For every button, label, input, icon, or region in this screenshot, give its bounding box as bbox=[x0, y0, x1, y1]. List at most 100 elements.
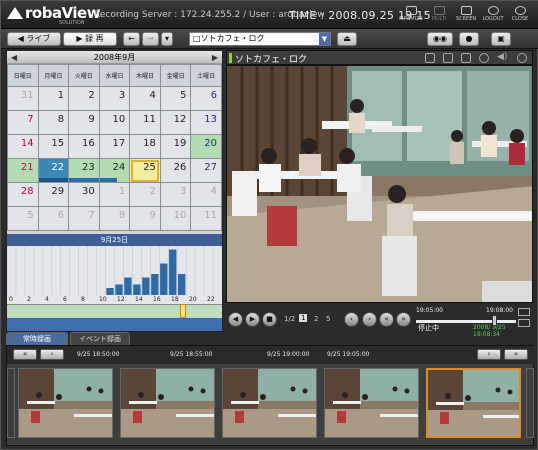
logout-button[interactable]: LOGOUT bbox=[481, 4, 505, 26]
calendar-day[interactable]: 13 bbox=[190, 110, 222, 135]
calendar-day[interactable]: 9 bbox=[129, 206, 161, 231]
fast-forward-button[interactable]: » bbox=[396, 312, 411, 327]
back-button[interactable]: ← bbox=[123, 32, 140, 46]
timeline-bar[interactable] bbox=[7, 304, 222, 318]
thumb-next-button[interactable]: › bbox=[477, 349, 501, 360]
tab-continuous[interactable]: 常時録画 bbox=[6, 332, 68, 345]
calendar-day[interactable]: 30 bbox=[68, 182, 100, 207]
calendar-day[interactable]: 14 bbox=[7, 134, 39, 159]
thumbnail-3[interactable] bbox=[222, 368, 317, 438]
thumbnail-4[interactable] bbox=[324, 368, 419, 438]
hist-bar-16[interactable] bbox=[151, 274, 159, 295]
next-frame-button[interactable]: › bbox=[362, 312, 377, 327]
thumbnail-5[interactable] bbox=[426, 368, 521, 438]
calendar-day[interactable]: 1 bbox=[37, 86, 70, 111]
calendar-day[interactable]: 3 bbox=[159, 182, 192, 207]
live-button[interactable]: ◀ ライブ bbox=[7, 32, 61, 46]
seek-knob[interactable] bbox=[492, 315, 497, 326]
calendar-day[interactable]: 4 bbox=[190, 182, 222, 207]
hist-bar-12[interactable] bbox=[115, 284, 123, 296]
hist-bar-17[interactable] bbox=[160, 263, 168, 296]
calendar-day[interactable]: 1 bbox=[98, 182, 131, 207]
prev-month-button[interactable]: ◀ bbox=[11, 51, 17, 64]
close-button[interactable]: CLOSE bbox=[508, 4, 532, 26]
calendar-day[interactable]: 20 bbox=[190, 134, 222, 159]
page-2[interactable]: 2 bbox=[314, 315, 318, 323]
thumb-last-button[interactable]: » bbox=[504, 349, 528, 360]
focus-icon[interactable] bbox=[479, 53, 489, 63]
fast-rewind-button[interactable]: « bbox=[379, 312, 394, 327]
hist-bar-18[interactable] bbox=[169, 249, 177, 296]
ptz-icon[interactable] bbox=[461, 53, 471, 63]
calendar-day[interactable]: 5 bbox=[159, 86, 192, 111]
eject-button[interactable]: ⏏ bbox=[337, 32, 357, 46]
split-icon[interactable] bbox=[443, 53, 453, 63]
page-1[interactable]: 1 bbox=[299, 314, 308, 322]
calendar-day[interactable]: 2 bbox=[129, 182, 161, 207]
hist-bar-14[interactable] bbox=[133, 284, 141, 296]
calendar-day[interactable]: 28 bbox=[7, 182, 39, 207]
calendar-day[interactable]: 5 bbox=[7, 206, 39, 231]
history-dropdown[interactable]: ▾ bbox=[161, 32, 173, 46]
tab-event[interactable]: イベント録画 bbox=[70, 332, 130, 345]
fullscreen-icon[interactable] bbox=[518, 308, 530, 316]
calendar-day[interactable]: 29 bbox=[37, 182, 70, 207]
minimize-button[interactable]: MINIMIZE bbox=[399, 4, 423, 26]
calendar-day[interactable]: 26 bbox=[159, 158, 192, 183]
forward-button[interactable]: → bbox=[142, 32, 159, 46]
thumb-prev-button[interactable]: ‹ bbox=[40, 349, 64, 360]
thumb-first-button[interactable]: « bbox=[13, 349, 37, 360]
calendar-day[interactable]: 31 bbox=[7, 86, 39, 111]
multi-button[interactable]: MULTI bbox=[427, 4, 451, 26]
calendar-day[interactable]: 17 bbox=[98, 134, 131, 159]
thumbnail-2[interactable] bbox=[120, 368, 215, 438]
calendar-day[interactable]: 18 bbox=[129, 134, 161, 159]
calendar-day[interactable]: 15 bbox=[37, 134, 70, 159]
calendar-day[interactable]: 8 bbox=[37, 110, 70, 135]
calendar-day[interactable]: 23 bbox=[68, 158, 100, 183]
snapshot-icon[interactable] bbox=[425, 53, 435, 63]
layout-button[interactable]: ▣ bbox=[491, 32, 511, 46]
calendar-day[interactable]: 10 bbox=[159, 206, 192, 231]
calendar-day[interactable]: 19 bbox=[159, 134, 192, 159]
rewind-button[interactable]: ◀ bbox=[228, 312, 243, 327]
calendar-day[interactable]: 21 bbox=[7, 158, 39, 183]
stop-button[interactable]: ■ bbox=[262, 312, 277, 327]
calendar-day[interactable]: 7 bbox=[7, 110, 39, 135]
calendar-day[interactable]: 7 bbox=[68, 206, 100, 231]
view-button[interactable]: ◉◉ bbox=[427, 32, 453, 46]
zoom-icon[interactable] bbox=[517, 53, 527, 63]
user-button[interactable]: ● bbox=[459, 32, 479, 46]
calendar-day[interactable]: 4 bbox=[129, 86, 161, 111]
screen-button[interactable]: SCREEN bbox=[454, 4, 478, 26]
thumbnail-1[interactable] bbox=[18, 368, 113, 438]
hist-bar-13[interactable] bbox=[124, 277, 132, 296]
calendar-day[interactable]: 3 bbox=[98, 86, 131, 111]
calendar-day[interactable]: 9 bbox=[68, 110, 100, 135]
calendar-day[interactable]: 22 bbox=[37, 158, 70, 183]
calendar-day[interactable]: 10 bbox=[98, 110, 131, 135]
calendar-day[interactable]: 11 bbox=[190, 206, 222, 231]
play-button[interactable]: ▶ bbox=[245, 312, 260, 327]
calendar-day[interactable]: 11 bbox=[129, 110, 161, 135]
camera-select[interactable]: □ソトカフェ・ロク ▼ bbox=[189, 32, 331, 46]
calendar-day[interactable]: 2 bbox=[68, 86, 100, 111]
calendar-day[interactable]: 12 bbox=[159, 110, 192, 135]
export-icon[interactable] bbox=[518, 319, 530, 327]
hist-bar-11[interactable] bbox=[106, 288, 114, 295]
calendar-day[interactable]: 27 bbox=[190, 158, 222, 183]
hist-bar-15[interactable] bbox=[142, 277, 150, 296]
seek-slider[interactable] bbox=[416, 320, 516, 323]
speaker-icon[interactable]: ◀) bbox=[497, 53, 507, 63]
timeline-marker[interactable] bbox=[180, 304, 186, 318]
record-playback-button[interactable]: ▶ 録 再 bbox=[63, 32, 117, 46]
next-month-button[interactable]: ▶ bbox=[212, 51, 218, 64]
calendar-day[interactable]: 6 bbox=[190, 86, 222, 111]
hist-bar-19[interactable] bbox=[178, 274, 186, 295]
calendar-day[interactable]: 16 bbox=[68, 134, 100, 159]
page-5[interactable]: 5 bbox=[326, 315, 330, 323]
prev-frame-button[interactable]: ‹ bbox=[344, 312, 359, 327]
calendar-day[interactable]: 24 bbox=[98, 158, 131, 183]
calendar-day[interactable]: 6 bbox=[37, 206, 70, 231]
calendar-day[interactable]: 8 bbox=[98, 206, 131, 231]
